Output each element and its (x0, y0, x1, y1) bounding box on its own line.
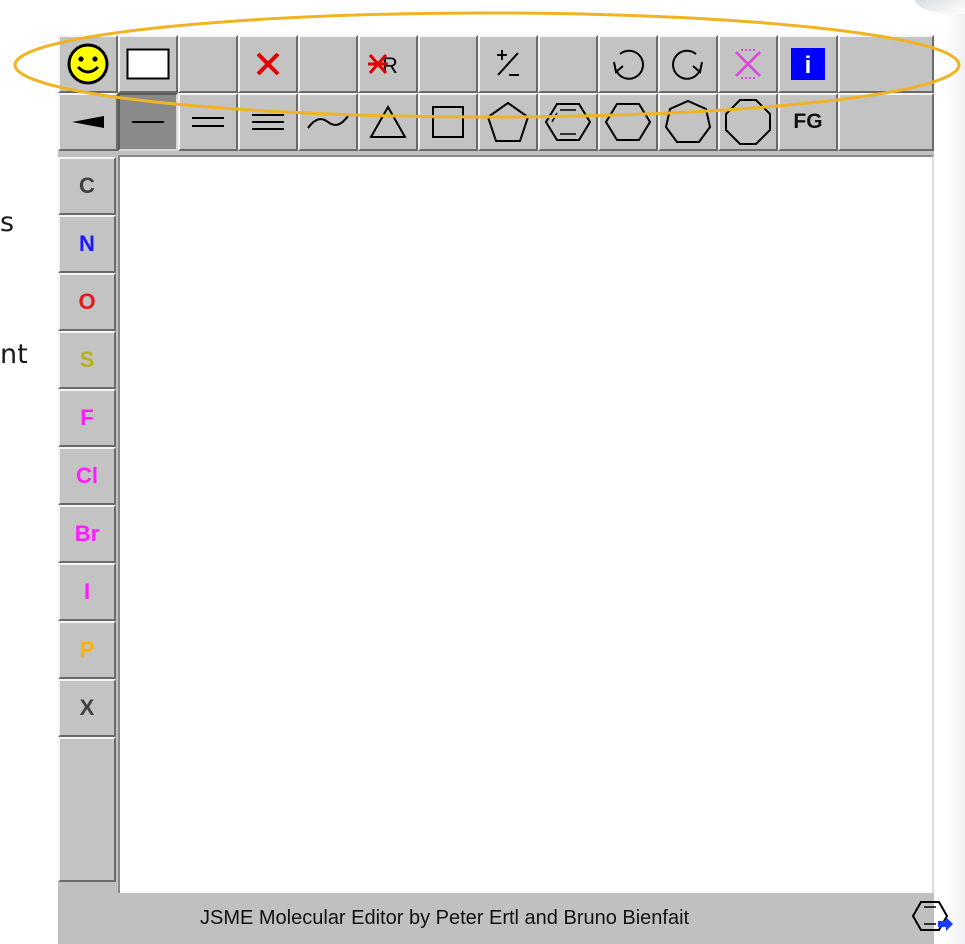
background-text-fragment: nt (0, 339, 28, 370)
new-molecule-button[interactable] (118, 35, 178, 93)
bond-ring-toolbar: FG (58, 93, 934, 151)
benzene-arrow-icon[interactable] (911, 897, 954, 942)
ring7-button[interactable] (658, 93, 718, 151)
heptagon-ring-icon (664, 99, 712, 143)
square-ring-icon (432, 106, 464, 138)
double-bond-icon (192, 117, 224, 127)
info-icon: i (791, 48, 825, 80)
top-toolbar: R i (58, 35, 934, 93)
status-bar: JSME Molecular Editor by Peter Ertl and … (118, 893, 953, 944)
functional-group-button[interactable]: FG (778, 93, 838, 151)
atom-symbol: Cl (76, 463, 98, 488)
atom-symbol: X (79, 695, 95, 720)
delete-button[interactable] (238, 35, 298, 93)
atom-symbol: S (79, 347, 95, 372)
page-curl (915, 0, 965, 14)
atom-symbol: C (79, 173, 95, 198)
empty-toolbar-button[interactable] (298, 35, 358, 93)
atom-button-br[interactable]: Br (58, 505, 116, 563)
atom-symbol: F (80, 405, 94, 430)
drawing-canvas[interactable] (118, 155, 934, 895)
stereo-wedge-button[interactable] (58, 93, 118, 151)
empty-toolbar-button[interactable] (178, 35, 238, 93)
atom-button-s[interactable]: S (58, 331, 116, 389)
benzene-button[interactable] (538, 93, 598, 151)
chain-button[interactable] (298, 93, 358, 151)
redo-button[interactable] (658, 35, 718, 93)
ring4-button[interactable] (418, 93, 478, 151)
delete-r-icon: R (368, 53, 398, 78)
wedge-bond-icon (72, 116, 104, 128)
atom-button-o[interactable]: O (58, 273, 116, 331)
clear-query-button[interactable] (718, 35, 778, 93)
atom-symbol: O (78, 289, 96, 314)
atom-symbol: Br (74, 521, 100, 546)
toolbar-filler (838, 35, 934, 93)
atom-button-f[interactable]: F (58, 389, 116, 447)
octagon-ring-icon (725, 99, 771, 145)
query-x-icon (735, 49, 761, 79)
atom-button-p[interactable]: P (58, 621, 116, 679)
single-bond-icon (132, 121, 164, 123)
single-bond-button[interactable] (118, 93, 178, 151)
atom-toolbar: C N O S F Cl Br I P X (58, 157, 116, 882)
hexagon-ring-icon (604, 103, 652, 141)
redo-icon (672, 49, 703, 80)
atom-symbol: I (83, 579, 91, 604)
toolbar-filler (838, 93, 934, 151)
atom-button-n[interactable]: N (58, 215, 116, 273)
plus-minus-icon (497, 50, 519, 76)
info-button[interactable]: i (778, 35, 838, 93)
empty-toolbar-button[interactable] (538, 35, 598, 93)
atom-button-c[interactable]: C (58, 157, 116, 215)
empty-toolbar-button[interactable] (418, 35, 478, 93)
fg-label: FG (793, 110, 823, 133)
status-text: JSME Molecular Editor by Peter Ertl and … (200, 907, 690, 929)
ring5-button[interactable] (478, 93, 538, 151)
chain-icon (307, 115, 349, 129)
atom-button-i[interactable]: I (58, 563, 116, 621)
ring8-button[interactable] (718, 93, 778, 151)
charge-button[interactable] (478, 35, 538, 93)
atom-button-cl[interactable]: Cl (58, 447, 116, 505)
page-shade (945, 0, 965, 944)
delete-x-icon (256, 52, 280, 76)
triple-bond-button[interactable] (238, 93, 298, 151)
background-text-fragment: s (0, 207, 15, 238)
jsme-editor: R i FG C N O S F Cl Br I P X JSME Molecu… (58, 35, 953, 944)
atom-symbol: N (79, 231, 95, 256)
ring6-button[interactable] (598, 93, 658, 151)
triangle-ring-icon (369, 104, 407, 138)
atom-button-x[interactable]: X (58, 679, 116, 737)
benzene-ring-icon (544, 103, 592, 141)
ring3-button[interactable] (358, 93, 418, 151)
atom-toolbar-filler (58, 737, 116, 882)
smiley-button[interactable] (58, 35, 118, 93)
info-letter: i (805, 52, 812, 79)
undo-icon (613, 49, 644, 80)
smiley-icon (67, 43, 109, 85)
double-bond-button[interactable] (178, 93, 238, 151)
undo-button[interactable] (598, 35, 658, 93)
pentagon-ring-icon (486, 101, 530, 142)
triple-bond-icon (252, 114, 284, 130)
atom-symbol: P (79, 637, 95, 662)
delete-r-group-button[interactable]: R (358, 35, 418, 93)
blank-rectangle-icon (126, 48, 170, 80)
